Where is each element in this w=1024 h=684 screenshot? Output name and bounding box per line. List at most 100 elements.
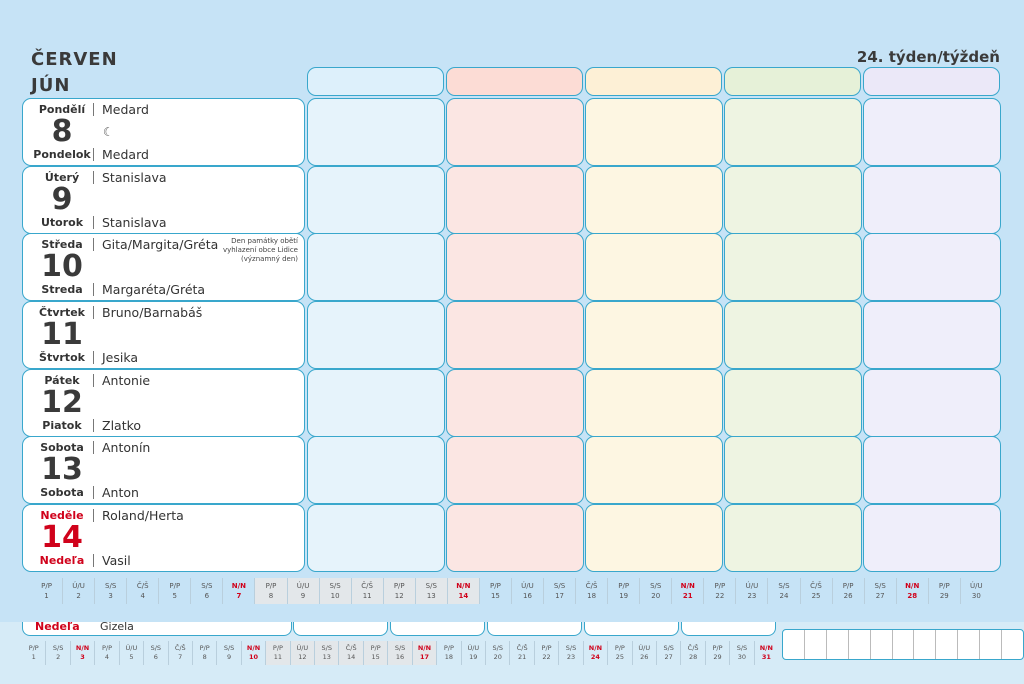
mini-day-number: 9	[227, 653, 232, 661]
planner-cell[interactable]	[863, 233, 1001, 301]
mini-day-abbr: Č/Š	[345, 644, 357, 652]
next-page-cell	[584, 622, 679, 636]
mini-calendar-day: S/S 10	[318, 578, 351, 604]
mini-calendar-day: P/P 15	[478, 578, 511, 604]
planner-cell[interactable]	[585, 436, 723, 504]
mini-day-number: 31	[761, 653, 771, 661]
day-row-5[interactable]: Pátek 12 Piatok Antonie Zlatko	[22, 369, 305, 437]
day-row-7[interactable]: Neděle 14 Nedeľa Roland/Herta Vasil	[22, 504, 305, 572]
mini-calendar-day: S/S 23	[558, 641, 582, 665]
day-row-2[interactable]: Úterý 9 Utorok Stanislava Stanislava	[22, 166, 305, 234]
day-name-sk: Štvrtok	[39, 351, 85, 364]
mini-day-abbr: S/S	[492, 644, 503, 652]
planner-cell[interactable]	[585, 166, 723, 234]
separator	[93, 306, 94, 319]
planner-cell[interactable]	[863, 436, 1001, 504]
mini-day-number: 23	[747, 592, 757, 600]
mini-calendar-day: P/P 1	[31, 578, 62, 604]
mini-day-number: 23	[566, 653, 576, 661]
mini-day-number: 19	[469, 653, 478, 661]
planner-cell[interactable]	[307, 369, 445, 437]
mini-day-number: 12	[298, 653, 307, 661]
mini-calendar-day: S/S 30	[729, 641, 753, 665]
planner-cell[interactable]	[724, 98, 862, 166]
mini-calendar-day: P/P 25	[607, 641, 631, 665]
column-header-4	[724, 67, 861, 96]
planner-cell[interactable]	[446, 233, 584, 301]
mini-day-number: 10	[330, 592, 340, 600]
mini-day-number: 10	[248, 653, 259, 661]
day-row-4[interactable]: Čtvrtek 11 Štvrtok Bruno/Barnabáš Jesika	[22, 301, 305, 369]
mini-day-abbr: N/N	[680, 582, 695, 590]
mini-day-number: 21	[682, 592, 693, 600]
mini-calendar-day: P/P 12	[382, 578, 415, 604]
planner-cell[interactable]	[724, 301, 862, 369]
mini-day-abbr: P/P	[541, 644, 552, 652]
planner-cell[interactable]	[446, 369, 584, 437]
mini-day-number: 20	[651, 592, 661, 600]
separator	[93, 148, 94, 161]
day-name-sk: Utorok	[40, 216, 84, 229]
mini-day-abbr: N/N	[456, 582, 471, 590]
mini-calendar-day: P/P 8	[191, 641, 216, 665]
planner-cell[interactable]	[446, 98, 584, 166]
planner-cell[interactable]	[307, 301, 445, 369]
nameday-cz: Bruno/Barnabáš	[102, 305, 203, 320]
day-row-3[interactable]: Středa 10 Streda Gita/Margita/Gréta Margarét…	[22, 233, 305, 301]
planner-cell[interactable]	[863, 98, 1001, 166]
mini-day-abbr: S/S	[663, 644, 674, 652]
mini-day-abbr: S/S	[553, 582, 566, 590]
mini-calendar-day: N/N 31	[753, 641, 778, 665]
mini-day-abbr: P/P	[712, 644, 723, 652]
planner-cell[interactable]	[307, 166, 445, 234]
separator	[93, 509, 94, 522]
column-header-3	[585, 67, 722, 96]
planner-cell[interactable]	[863, 369, 1001, 437]
day-row-1[interactable]: Pondělí 8 Pondelok Medard Medard ☾	[22, 98, 305, 166]
day-row-6[interactable]: Sobota 13 Sobota Antonín Anton	[22, 436, 305, 504]
planner-cell[interactable]	[446, 436, 584, 504]
planner-cell[interactable]	[724, 436, 862, 504]
mini-calendar-day: P/P 29	[704, 641, 729, 665]
next-page-sunday-label: Nedeľa	[35, 620, 80, 633]
mini-day-number: 8	[202, 653, 207, 661]
planner-cell[interactable]	[724, 233, 862, 301]
mini-day-abbr: Ú/U	[467, 644, 480, 652]
planner-cell[interactable]	[863, 301, 1001, 369]
planner-cell[interactable]	[724, 166, 862, 234]
planner-cell[interactable]	[307, 436, 445, 504]
mini-day-abbr: S/S	[329, 582, 341, 590]
mini-calendar-day: P/P 5	[158, 578, 190, 604]
mini-calendar-day: P/P 11	[265, 641, 290, 665]
separator	[93, 238, 94, 251]
planner-cell[interactable]	[863, 504, 1001, 572]
planner-cell[interactable]	[446, 504, 584, 572]
planner-cell[interactable]	[585, 301, 723, 369]
mini-day-abbr: S/S	[565, 644, 577, 652]
mini-day-abbr: P/P	[393, 582, 405, 590]
mini-calendar-day: N/N 21	[671, 578, 703, 604]
mini-calendar-day: Ú/U 2	[62, 578, 94, 604]
planner-cell[interactable]	[724, 504, 862, 572]
planner-cell[interactable]	[863, 166, 1001, 234]
planner-cell[interactable]	[307, 233, 445, 301]
mini-calendar-day: P/P 29	[927, 578, 960, 604]
planner-cell[interactable]	[585, 504, 723, 572]
planner-cell[interactable]	[307, 504, 445, 572]
planner-cell[interactable]	[585, 369, 723, 437]
planner-cell[interactable]	[446, 166, 584, 234]
planner-cell[interactable]	[724, 369, 862, 437]
mini-calendar-day: S/S 27	[863, 578, 896, 604]
mini-day-number: 5	[129, 653, 134, 661]
planner-cell[interactable]	[585, 98, 723, 166]
mini-calendar-day: S/S 20	[639, 578, 671, 604]
mini-calendar: P/P 1 Ú/U 2 S/S 3 Č/Š 4 P/P 5 S/S 6 N/N 7 P/P 8 Ú/U 9 S/S 1…	[31, 578, 992, 604]
mini-day-number: 7	[178, 653, 183, 661]
next-page-cell	[487, 622, 582, 636]
mini-day-abbr: Ú/U	[745, 582, 759, 590]
mini-day-number: 22	[715, 592, 725, 600]
mini-day-abbr: S/S	[736, 644, 748, 652]
planner-cell[interactable]	[307, 98, 445, 166]
planner-cell[interactable]	[585, 233, 723, 301]
planner-cell[interactable]	[446, 301, 584, 369]
